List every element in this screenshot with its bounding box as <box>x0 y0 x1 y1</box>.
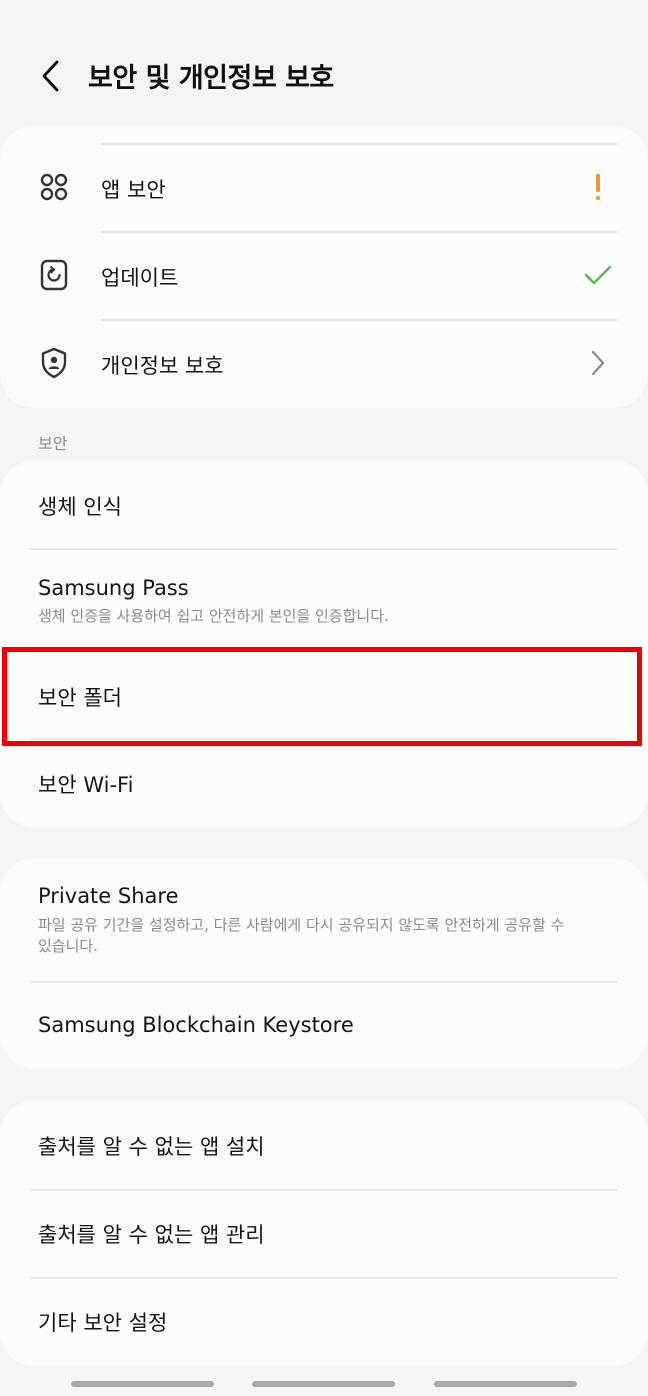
apps-grid-icon <box>36 169 72 205</box>
list-item-subtitle: 생체 인증을 사용하여 쉽고 안전하게 본인을 인증합니다. <box>38 607 389 625</box>
list-item-label: 업데이트 <box>101 266 179 290</box>
list-item-other-security-settings[interactable]: 기타 보안 설정 <box>0 1279 648 1366</box>
update-icon <box>36 257 72 293</box>
list-item-samsung-pass[interactable]: Samsung Pass 생체 인증을 사용하여 쉽고 안전하게 본인을 인증합… <box>0 550 648 648</box>
list-item-app-security[interactable]: 앱 보안 <box>0 144 648 232</box>
list-item-privacy[interactable]: 개인정보 보호 <box>0 320 648 408</box>
navigation-bar <box>0 1372 648 1396</box>
chevron-right-icon <box>578 343 618 383</box>
list-item-install-unknown-apps[interactable]: 출처를 알 수 없는 앱 설치 <box>0 1101 648 1189</box>
list-item-blockchain-keystore[interactable]: Samsung Blockchain Keystore <box>0 983 648 1069</box>
share-card: Private Share 파일 공유 기간을 설정하고, 다른 사람에게 다시… <box>0 858 648 1069</box>
other-settings-card: 출처를 알 수 없는 앱 설치 출처를 알 수 없는 앱 관리 기타 보안 설정 <box>0 1101 648 1366</box>
privacy-shield-icon <box>36 345 72 381</box>
status-card: 앱 보안 업데이트 개인정보 보호 <box>0 126 648 408</box>
list-item-private-share[interactable]: Private Share 파일 공유 기간을 설정하고, 다른 사람에게 다시… <box>0 858 648 981</box>
security-card: 생체 인식 Samsung Pass 생체 인증을 사용하여 쉽고 안전하게 본… <box>0 461 648 827</box>
app-bar: 보안 및 개인정보 보호 <box>0 0 648 120</box>
list-item-manage-unknown-apps[interactable]: 출처를 알 수 없는 앱 관리 <box>0 1191 648 1277</box>
list-item-label: 개인정보 보호 <box>101 354 224 378</box>
list-item-label: 출처를 알 수 없는 앱 설치 <box>38 1135 265 1159</box>
page-title: 보안 및 개인정보 보호 <box>88 63 334 94</box>
nav-handle[interactable] <box>252 1381 395 1387</box>
list-item-label: Samsung Blockchain Keystore <box>38 1013 354 1037</box>
back-button[interactable] <box>30 52 70 100</box>
list-item-subtitle: 있습니다. <box>38 937 98 955</box>
list-item-label: Private Share <box>38 884 179 908</box>
nav-handle[interactable] <box>71 1381 214 1387</box>
list-item-biometrics[interactable]: 생체 인식 <box>0 461 648 549</box>
warning-icon <box>578 167 618 207</box>
list-item-label: 보안 폴더 <box>38 686 122 710</box>
check-icon <box>578 255 618 295</box>
list-item-secure-wifi[interactable]: 보안 Wi-Fi <box>0 740 648 827</box>
list-item-label: 출처를 알 수 없는 앱 관리 <box>38 1223 265 1247</box>
list-item-subtitle: 파일 공유 기간을 설정하고, 다른 사람에게 다시 공유되지 않도록 안전하게… <box>38 916 565 934</box>
list-item-label: 생체 인식 <box>38 495 122 519</box>
list-item-update[interactable]: 업데이트 <box>0 232 648 320</box>
list-item-label: 보안 Wi-Fi <box>38 773 134 797</box>
section-header-security: 보안 <box>38 434 68 453</box>
list-item-label: 앱 보안 <box>101 178 166 202</box>
back-arrow-icon <box>42 60 59 92</box>
nav-handle[interactable] <box>434 1381 577 1387</box>
list-item-secure-folder[interactable]: 보안 폴더 <box>0 648 648 738</box>
list-item-label: 기타 보안 설정 <box>38 1311 168 1335</box>
list-item-label: Samsung Pass <box>38 576 189 600</box>
